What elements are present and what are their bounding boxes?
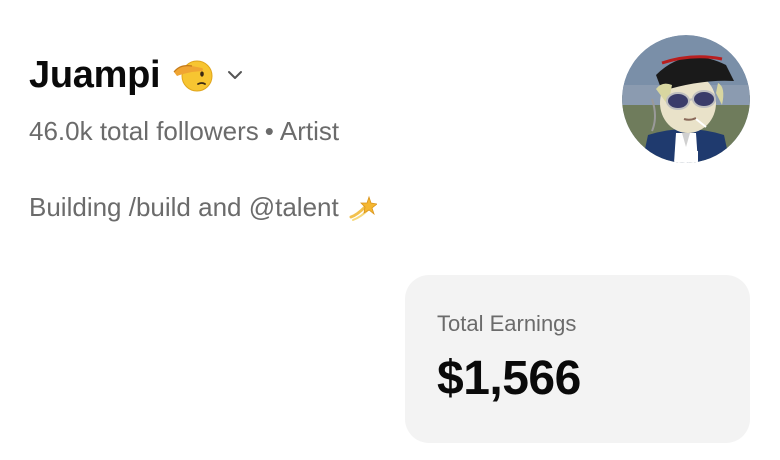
- profile-role: Artist: [279, 116, 340, 146]
- earnings-label: Total Earnings: [437, 311, 577, 336]
- profile-bio: Building /build and @talent: [29, 192, 378, 223]
- salute-face-icon: [172, 54, 214, 96]
- profile-name: Juampi: [29, 53, 161, 96]
- earnings-card: Total Earnings $1,566: [405, 275, 750, 443]
- avatar[interactable]: [622, 35, 750, 163]
- profile-meta: 46.0k total followers • Artist: [29, 116, 339, 147]
- dizzy-icon: [347, 193, 378, 223]
- meta-separator: •: [264, 116, 274, 146]
- bio-text: Building /build and @talent: [29, 192, 339, 222]
- profile-header: Juampi: [29, 50, 246, 100]
- chevron-down-icon[interactable]: [224, 64, 246, 86]
- followers-count: 46.0k total followers: [29, 116, 259, 146]
- earnings-value: $1,566: [437, 352, 581, 405]
